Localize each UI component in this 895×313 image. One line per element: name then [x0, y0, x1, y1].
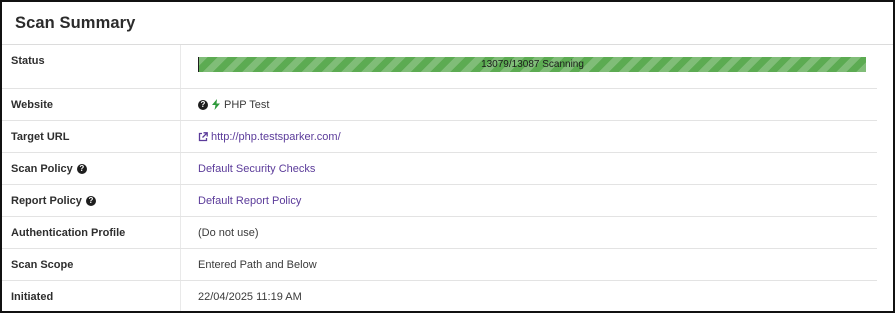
report-policy-label-cell: Report Policy ?: [2, 185, 181, 216]
question-circle-icon[interactable]: ?: [198, 99, 208, 110]
summary-rows: Status 13079/13087 Scanning Website ? PH…: [2, 45, 893, 311]
status-label: Status: [2, 45, 181, 88]
report-policy-value: Default Report Policy: [181, 185, 877, 216]
website-label: Website: [2, 89, 181, 120]
question-circle-icon[interactable]: ?: [76, 163, 87, 174]
scan-policy-value: Default Security Checks: [181, 153, 877, 184]
website-value: ? PHP Test: [181, 89, 877, 120]
scan-policy-link[interactable]: Default Security Checks: [198, 163, 315, 175]
row-status: Status 13079/13087 Scanning: [2, 45, 877, 89]
target-url-link[interactable]: http://php.testsparker.com/: [211, 131, 341, 143]
target-url-label: Target URL: [2, 121, 181, 152]
row-website: Website ? PHP Test: [2, 89, 877, 121]
scan-policy-label: Scan Policy: [11, 162, 73, 175]
row-authentication-profile: Authentication Profile (Do not use): [2, 217, 877, 249]
status-value: 13079/13087 Scanning: [181, 45, 877, 88]
page-title: Scan Summary: [15, 13, 136, 32]
scan-summary-panel: Scan Summary Status 13079/13087 Scanning…: [0, 0, 895, 313]
scan-progress-bar: 13079/13087 Scanning: [198, 57, 866, 72]
scan-scope-label: Scan Scope: [2, 249, 181, 280]
row-target-url: Target URL http://php.testsparker.com/: [2, 121, 877, 153]
initiated-value: 22/04/2025 11:19 AM: [198, 290, 302, 303]
row-initiated: Initiated 22/04/2025 11:19 AM: [2, 281, 877, 311]
row-scan-policy: Scan Policy ? Default Security Checks: [2, 153, 877, 185]
bolt-icon: [212, 99, 220, 110]
question-circle-icon[interactable]: ?: [85, 195, 96, 206]
report-policy-link[interactable]: Default Report Policy: [198, 195, 301, 207]
website-name[interactable]: PHP Test: [224, 99, 269, 111]
row-scan-scope: Scan Scope Entered Path and Below: [2, 249, 877, 281]
initiated-label: Initiated: [2, 281, 181, 311]
target-url-value: http://php.testsparker.com/: [181, 121, 877, 152]
report-policy-label: Report Policy: [11, 194, 82, 207]
panel-header: Scan Summary: [2, 2, 893, 45]
progress-text: 13079/13087 Scanning: [481, 59, 584, 70]
authentication-profile-label: Authentication Profile: [2, 217, 181, 248]
external-link-icon: [198, 131, 208, 141]
scan-scope-value: Entered Path and Below: [198, 258, 317, 271]
authentication-profile-value: (Do not use): [198, 226, 259, 239]
row-report-policy: Report Policy ? Default Report Policy: [2, 185, 877, 217]
scan-policy-label-cell: Scan Policy ?: [2, 153, 181, 184]
